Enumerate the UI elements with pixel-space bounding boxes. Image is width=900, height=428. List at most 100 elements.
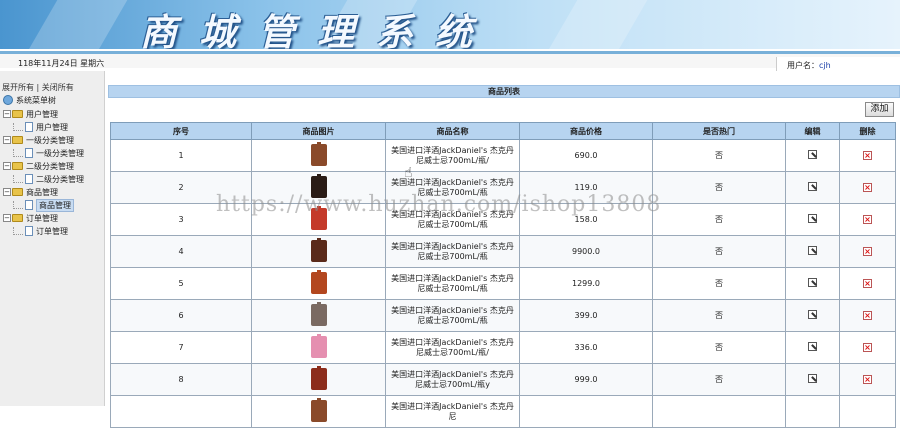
collapse-all-link[interactable]: 关闭所有 — [42, 83, 74, 92]
delete-icon[interactable]: × — [863, 311, 872, 320]
edit-icon[interactable] — [808, 310, 817, 319]
product-hot: 否 — [652, 171, 786, 204]
list-caption: 商品列表 — [108, 85, 900, 98]
expand-all-link[interactable]: 展开所有 — [2, 83, 34, 92]
tree-group[interactable]: − 订单管理 — [3, 212, 58, 224]
product-price: 158.0 — [519, 203, 653, 236]
table-row[interactable]: 8 美国进口洋酒JackDaniel's 杰克丹尼威士忌700mL/瓶y 999.0… — [110, 363, 896, 396]
product-hot: 否 — [652, 331, 786, 364]
product-image — [308, 301, 330, 328]
column-header: 删除 — [839, 122, 896, 140]
tree-group[interactable]: − 商品管理 — [3, 186, 58, 198]
edit-icon[interactable] — [808, 150, 817, 159]
tree-group-label: 商品管理 — [26, 187, 58, 197]
column-header: 商品图片 — [251, 122, 386, 140]
edit-cell — [785, 139, 840, 172]
delete-icon[interactable]: × — [863, 375, 872, 384]
delete-cell: × — [839, 331, 896, 364]
add-button[interactable]: 添加 — [865, 102, 894, 117]
collapse-icon[interactable]: − — [3, 162, 11, 170]
row-number: 4 — [110, 235, 252, 268]
edit-icon[interactable] — [808, 182, 817, 191]
tree-item[interactable]: 一级分类管理 — [13, 147, 84, 159]
edit-icon[interactable] — [808, 246, 817, 255]
tree-root-icon — [3, 95, 13, 105]
folder-icon — [12, 136, 23, 144]
tree-item[interactable]: 用户管理 — [13, 121, 68, 133]
product-image-cell — [251, 267, 386, 300]
row-number: 6 — [110, 299, 252, 332]
delete-icon[interactable]: × — [863, 215, 872, 224]
edit-cell — [785, 363, 840, 396]
table-row[interactable]: 5 美国进口洋酒JackDaniel's 杰克丹尼威士忌700mL/瓶 1299.0… — [110, 267, 896, 300]
delete-icon[interactable]: × — [863, 183, 872, 192]
product-hot: 否 — [652, 299, 786, 332]
edit-icon[interactable] — [808, 374, 817, 383]
tree-group-label: 一级分类管理 — [26, 135, 74, 145]
tree-item-label: 二级分类管理 — [36, 174, 84, 184]
table-row[interactable]: 美国进口洋酒JackDaniel's 杰克丹尼 — [110, 395, 896, 428]
tree-item[interactable]: 商品管理 — [13, 198, 74, 212]
delete-icon[interactable]: × — [863, 279, 872, 288]
table-row[interactable]: 7 美国进口洋酒JackDaniel's 杰克丹尼威士忌700mL/瓶/336.0… — [110, 331, 896, 364]
tree-root[interactable]: 系统菜单树 — [3, 94, 56, 106]
product-image-cell — [251, 331, 386, 364]
edit-icon[interactable] — [808, 278, 817, 287]
collapse-icon[interactable]: − — [3, 136, 11, 144]
product-hot — [652, 395, 786, 428]
page-icon — [25, 148, 33, 158]
edit-icon[interactable] — [808, 342, 817, 351]
product-price: 690.0 — [519, 139, 653, 172]
delete-icon[interactable]: × — [863, 247, 872, 256]
tree-connector — [13, 175, 23, 183]
table-header-row: 序号 商品图片 商品名称 商品价格 是否热门 编辑 删除 — [110, 122, 896, 140]
product-image-cell — [251, 395, 386, 428]
column-header: 商品价格 — [519, 122, 653, 140]
system-title: 商城管理系统 — [140, 10, 494, 49]
delete-cell: × — [839, 139, 896, 172]
tree-item[interactable]: 订单管理 — [13, 225, 68, 237]
product-name: 美国进口洋酒JackDaniel's 杰克丹尼威士忌700mL/瓶 — [385, 203, 520, 236]
product-name: 美国进口洋酒JackDaniel's 杰克丹尼威士忌700mL/瓶 — [385, 299, 520, 332]
tree-group[interactable]: − 用户管理 — [3, 108, 58, 120]
banner-streak — [531, 0, 659, 49]
delete-icon[interactable]: × — [863, 343, 872, 352]
product-image — [308, 365, 330, 392]
row-number: 1 — [110, 139, 252, 172]
tree-item-label: 商品管理 — [36, 198, 74, 212]
tree-group-label: 用户管理 — [26, 109, 58, 119]
table-row[interactable]: 6 美国进口洋酒JackDaniel's 杰克丹尼威士忌700mL/瓶 399.0 否… — [110, 299, 896, 332]
tree-item-label: 用户管理 — [36, 122, 68, 132]
product-hot: 否 — [652, 267, 786, 300]
edit-cell — [785, 171, 840, 204]
tree-connector — [13, 201, 23, 209]
product-image-cell — [251, 171, 386, 204]
product-price: 9900.0 — [519, 235, 653, 268]
goods-table: 序号 商品图片 商品名称 商品价格 是否热门 编辑 删除 1 美国进口洋酒JackDaniel… — [110, 122, 896, 428]
product-price — [519, 395, 653, 428]
product-image-cell — [251, 203, 386, 236]
row-number: 2 — [110, 171, 252, 204]
table-row[interactable]: 4 美国进口洋酒JackDaniel's 杰克丹尼威士忌700mL/瓶 9900.0… — [110, 235, 896, 268]
table-row[interactable]: 1 美国进口洋酒JackDaniel's 杰克丹尼威士忌700mL/瓶/690.0… — [110, 139, 896, 172]
table-row[interactable]: 2 美国进口洋酒JackDaniel's 杰克丹尼威士忌700mL/瓶 119.0 否… — [110, 171, 896, 204]
product-name: 美国进口洋酒JackDaniel's 杰克丹尼威士忌700mL/瓶 — [385, 235, 520, 268]
column-header: 序号 — [110, 122, 252, 140]
folder-icon — [12, 214, 23, 222]
product-price: 119.0 — [519, 171, 653, 204]
product-image — [308, 173, 330, 200]
tree-group-label: 二级分类管理 — [26, 161, 74, 171]
folder-icon — [12, 162, 23, 170]
edit-icon[interactable] — [808, 214, 817, 223]
product-price: 1299.0 — [519, 267, 653, 300]
collapse-icon[interactable]: − — [3, 188, 11, 196]
tree-group[interactable]: − 二级分类管理 — [3, 160, 74, 172]
table-row[interactable]: 3 美国进口洋酒JackDaniel's 杰克丹尼威士忌700mL/瓶 158.0 否… — [110, 203, 896, 236]
collapse-icon[interactable]: − — [3, 110, 11, 118]
product-image — [308, 141, 330, 168]
current-date: 118年11月24日 星期六 — [18, 59, 105, 68]
collapse-icon[interactable]: − — [3, 214, 11, 222]
tree-item[interactable]: 二级分类管理 — [13, 173, 84, 185]
tree-group[interactable]: − 一级分类管理 — [3, 134, 74, 146]
delete-icon[interactable]: × — [863, 151, 872, 160]
